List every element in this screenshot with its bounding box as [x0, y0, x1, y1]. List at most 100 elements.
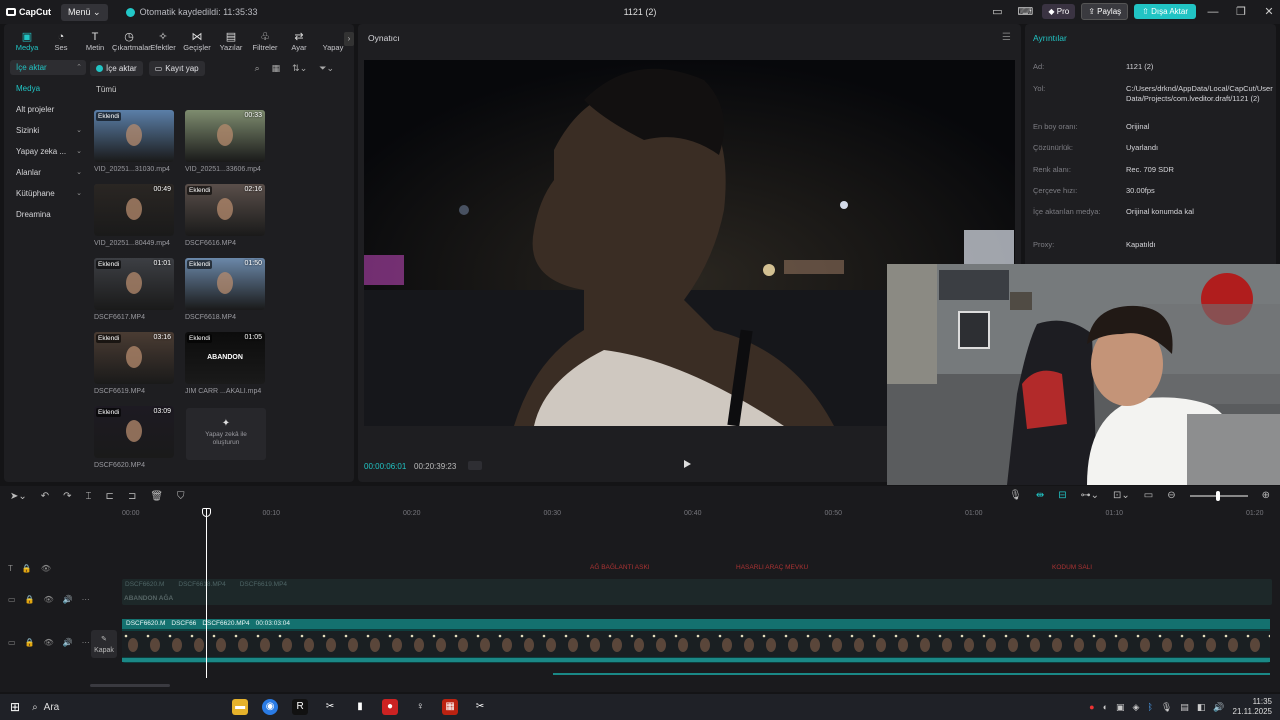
sidenav-item[interactable]: Alanlar ⌄ — [10, 165, 86, 180]
tab-medya[interactable]: ▣ Medya — [10, 31, 44, 52]
mic-icon[interactable]: 🎙 — [1009, 490, 1022, 501]
more-icon[interactable]: ⋯ — [82, 595, 90, 604]
tab-yazılar[interactable]: ▤ Yazılar — [214, 31, 248, 52]
bluetooth-icon[interactable]: ᛒ — [1147, 702, 1152, 712]
cover-button[interactable]: ✎ Kapak — [91, 630, 117, 658]
more-icon[interactable]: ⋯ — [82, 638, 90, 647]
shortcuts-icon[interactable]: ⌨ — [1014, 5, 1036, 18]
share-button[interactable]: ⇪ Paylaş — [1081, 3, 1129, 20]
playhead-handle[interactable] — [202, 508, 211, 517]
magnet-icon[interactable]: ⇹ — [1036, 490, 1044, 501]
capcut-taskbar-icon-2[interactable]: ✂ — [472, 699, 488, 715]
sidenav-item[interactable]: Medya — [10, 81, 86, 96]
audio-icon[interactable]: 🔊 — [63, 595, 73, 604]
audio-icon[interactable]: 🔊 — [63, 638, 73, 647]
tray-mic-icon[interactable]: 🎙 — [1161, 702, 1172, 713]
text-clip[interactable]: HASARLI ARAÇ MEVKU — [736, 564, 808, 571]
close-icon[interactable]: ✕ — [1258, 5, 1280, 18]
select-tool-icon[interactable]: ➤⌄ — [10, 491, 27, 502]
chrome-icon[interactable]: ◉ — [262, 699, 279, 715]
lock-icon[interactable]: 🔒 — [25, 595, 35, 604]
search-icon[interactable]: ⌕ — [255, 63, 260, 74]
pro-button[interactable]: ◆ Pro — [1042, 4, 1076, 19]
export-button[interactable]: ⇧ Dışa Aktar — [1134, 4, 1196, 19]
media-item[interactable]: 00:49 VID_20251...80449.mp4 — [94, 184, 174, 247]
media-item[interactable]: Eklendi VID_20251...31030.mp4 — [94, 110, 174, 173]
media-item[interactable]: 00:33 VID_20251...33606.mp4 — [185, 110, 265, 173]
sidenav-item[interactable]: Sizinki ⌄ — [10, 123, 86, 138]
media-item[interactable]: Eklendi 01:05 ABANDON JIM CARR ...AKALI.mp4 — [185, 332, 265, 395]
marker-icon[interactable]: ⛉ — [177, 491, 185, 502]
playhead[interactable] — [206, 508, 207, 678]
microphone-app-icon[interactable]: ▮ — [352, 699, 368, 715]
sort-icon[interactable]: ⇅⌄ — [292, 63, 307, 74]
ai-generate-tile[interactable]: ✦ Yapay zekâ ile oluşturun — [186, 408, 266, 460]
eye-icon[interactable]: 👁 — [44, 638, 54, 647]
tab-geçişler[interactable]: ⋈ Geçişler — [180, 31, 214, 52]
undo-icon[interactable]: ↶ — [41, 491, 49, 502]
tab-ayar[interactable]: ⇄ Ayar — [282, 31, 316, 52]
sidenav-item[interactable]: Alt projeler — [10, 102, 86, 117]
sidenav-item[interactable]: Yapay zeka ... ⌄ — [10, 144, 86, 159]
network-icon[interactable]: ◧ — [1197, 702, 1206, 713]
media-item[interactable]: Eklendi 03:09 DSCF6620.MP4 — [94, 406, 174, 469]
sidenav-item[interactable]: Dreamina — [10, 207, 86, 222]
capcut-taskbar-icon[interactable]: ✂ — [322, 699, 338, 715]
zoom-slider-thumb[interactable] — [1215, 490, 1220, 501]
media-item[interactable]: Eklendi 03:16 DSCF6619.MP4 — [94, 332, 174, 395]
lock-icon[interactable]: 🔒 — [22, 564, 32, 573]
media-item[interactable]: Eklendi 01:50 DSCF6618.MP4 — [185, 258, 265, 321]
snap-icon[interactable]: ⊡⌄ — [1113, 490, 1130, 501]
timeline-scrollbar[interactable] — [90, 684, 170, 687]
record-button[interactable]: ▭ Kayıt yap — [148, 60, 205, 76]
media-item[interactable]: Eklendi 02:16 DSCF6616.MP4 — [185, 184, 265, 247]
r-app-icon[interactable]: R — [292, 699, 309, 715]
text-clip[interactable]: KODUM SALI — [1052, 564, 1092, 571]
volume-icon[interactable]: 🔊 — [1213, 702, 1224, 713]
tools-scroll-arrow[interactable]: › — [344, 32, 354, 46]
main-video-clip[interactable]: DSCF6620.M DSCF66 DSCF6620.MP4 00:03:03:04 — [122, 619, 1270, 663]
restore-icon[interactable]: ❐ — [1230, 5, 1252, 18]
delete-icon[interactable]: 🗑 — [150, 491, 163, 502]
minimize-icon[interactable]: — — [1202, 6, 1224, 18]
file-explorer-icon[interactable]: ▬ — [232, 699, 249, 715]
zoom-out-icon[interactable]: ⊖ — [1167, 490, 1175, 501]
clock[interactable]: 11:35 21.11.2025 — [1233, 697, 1272, 717]
tab-çıkartmalar[interactable]: ◷ Çıkartmalar — [112, 31, 151, 52]
tray-app-icon[interactable]: ◈ — [1133, 702, 1140, 713]
redo-icon[interactable]: ↷ — [63, 491, 71, 502]
lock-icon[interactable]: 🔒 — [25, 638, 35, 647]
sidenav-item[interactable]: Kütüphane ⌄ — [10, 186, 86, 201]
preview-axis-icon[interactable]: ⊶⌄ — [1081, 490, 1099, 501]
eye-icon[interactable]: 👁 — [41, 564, 51, 573]
menu-button[interactable]: Menü ⌄ — [61, 3, 108, 21]
tab-filtreler[interactable]: ♧ Filtreler — [248, 31, 282, 52]
import-button[interactable]: İçe aktar — [90, 60, 143, 76]
trim-left-icon[interactable]: ⊏ — [106, 491, 114, 502]
zoom-slider[interactable] — [1189, 490, 1248, 501]
overlay-clip-strip[interactable]: DSCF6620.M DSCF6618.MP4 DSCF6619.MP4 ABAND… — [122, 579, 1272, 605]
voicemeeter-icon[interactable]: ▦ — [442, 699, 459, 715]
taskbar-search[interactable]: ⌕ Ara — [32, 702, 212, 713]
trim-right-icon[interactable]: ⊐ — [128, 491, 136, 502]
layout-icon[interactable]: ▭ — [986, 5, 1008, 18]
play-icon[interactable] — [684, 460, 691, 468]
time-ruler[interactable]: 00:00 00:10 00:20 00:30 00:40 00:50 01:00 01:10… — [90, 508, 1280, 522]
timecode-mode-icon[interactable] — [468, 461, 482, 470]
grid-view-icon[interactable]: ▦ — [272, 63, 281, 74]
obs-icon[interactable]: ● — [382, 699, 399, 715]
tray-app-icon[interactable]: ▣ — [1116, 702, 1125, 713]
media-item[interactable]: Eklendi 01:01 DSCF6617.MP4 — [94, 258, 174, 321]
text-clip[interactable]: AĞ BAĞLANTI ASKI — [590, 564, 650, 571]
caption-icon[interactable]: ▭ — [1144, 490, 1153, 501]
tab-efektler[interactable]: ✧ Efektler — [146, 31, 180, 52]
record-tray-icon[interactable]: ● — [1089, 702, 1094, 712]
tab-metin[interactable]: T Metin — [78, 31, 112, 52]
player-menu-icon[interactable]: ☰ — [1002, 32, 1011, 43]
eye-icon[interactable]: 👁 — [44, 595, 54, 604]
split-icon[interactable]: ⌶ — [86, 491, 92, 502]
audio-track-line[interactable] — [553, 673, 1270, 675]
tray-app-icon[interactable]: ◐ — [1103, 702, 1108, 712]
link-icon[interactable]: ⊟ — [1058, 490, 1066, 501]
tab-ses[interactable]: ◔ Ses — [44, 31, 78, 52]
